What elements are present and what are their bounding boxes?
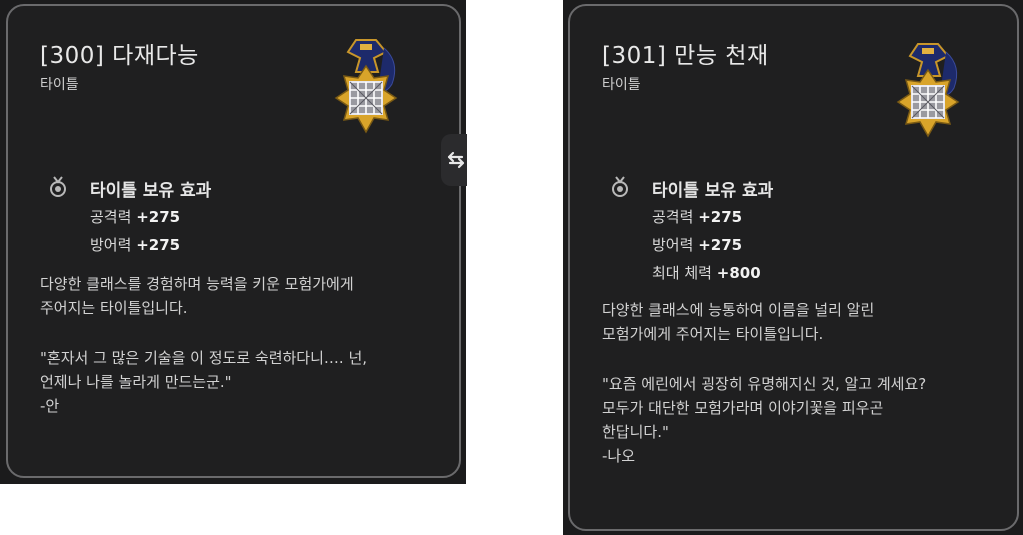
title-card-301: [301] 만능 천재 타이틀 타이틀 보유 효과 공격력 +275 방어력 +… <box>568 4 1019 531</box>
stat-label: 방어력 <box>652 236 694 254</box>
quote-line: 한답니다." <box>602 423 669 441</box>
quote: "혼자서 그 많은 기술을 이 정도로 숙련하다니…. 넌, 언제나 나를 놀라게… <box>40 346 367 418</box>
title-medal-icon <box>334 39 398 134</box>
description-line: 다양한 클래스를 경험하며 능력을 키운 모험가에게 <box>40 275 354 293</box>
card-type: 타이틀 <box>602 77 641 93</box>
stat-line: 방어력 +275 <box>90 234 180 255</box>
quote-line: "혼자서 그 많은 기술을 이 정도로 숙련하다니…. 넌, <box>40 349 368 367</box>
stat-label: 방어력 <box>90 236 132 254</box>
effect-header: 타이틀 보유 효과 <box>90 181 212 201</box>
card-type: 타이틀 <box>40 77 79 93</box>
stat-value: +275 <box>698 208 743 226</box>
stat-label: 최대 체력 <box>652 264 712 282</box>
title-card-300: [300] 다재다능 타이틀 타이틀 보유 효과 공격력 +275 방어력 +2… <box>6 4 461 478</box>
medal-ribbon-icon <box>612 176 628 197</box>
card-title: [301] 만능 천재 <box>602 43 769 69</box>
description-line: 다양한 클래스에 능통하여 이름을 널리 알린 <box>602 301 875 319</box>
stat-label: 공격력 <box>90 208 132 226</box>
card-title: [300] 다재다능 <box>40 43 199 69</box>
swap-arrows-icon[interactable] <box>446 150 466 170</box>
stat-line: 최대 체력 +800 <box>652 262 761 283</box>
description: 다양한 클래스를 경험하며 능력을 키운 모험가에게주어지는 타이틀입니다. <box>40 272 354 320</box>
quote-line: "요즘 에린에서 굉장히 유명해지신 것, 알고 계세요? <box>602 375 927 393</box>
quote-line: 언제나 나를 놀라게 만드는군." <box>40 373 232 391</box>
description: 다양한 클래스에 능통하여 이름을 널리 알린모험가에게 주어지는 타이틀입니다… <box>602 298 874 346</box>
quote-line: 모두가 대단한 모험가라며 이야기꽃을 피우곤 <box>602 399 884 417</box>
comparison-view: [300] 다재다능 타이틀 타이틀 보유 효과 공격력 +275 방어력 +2… <box>0 0 1023 535</box>
title-medal-icon <box>896 43 960 138</box>
effect-header: 타이틀 보유 효과 <box>652 181 774 201</box>
stat-line: 방어력 +275 <box>652 234 742 255</box>
quote-author: -안 <box>40 397 60 415</box>
quote-author: -나오 <box>602 447 636 465</box>
stat-value: +800 <box>716 264 761 282</box>
stat-label: 공격력 <box>652 208 694 226</box>
stat-line: 공격력 +275 <box>90 206 180 227</box>
stat-value: +275 <box>136 208 181 226</box>
description-line: 모험가에게 주어지는 타이틀입니다. <box>602 325 824 343</box>
medal-ribbon-icon <box>50 176 66 197</box>
stat-value: +275 <box>136 236 181 254</box>
stat-value: +275 <box>698 236 743 254</box>
description-line: 주어지는 타이틀입니다. <box>40 299 188 317</box>
stat-line: 공격력 +275 <box>652 206 742 227</box>
quote: "요즘 에린에서 굉장히 유명해지신 것, 알고 계세요? 모두가 대단한 모험가… <box>602 372 926 468</box>
